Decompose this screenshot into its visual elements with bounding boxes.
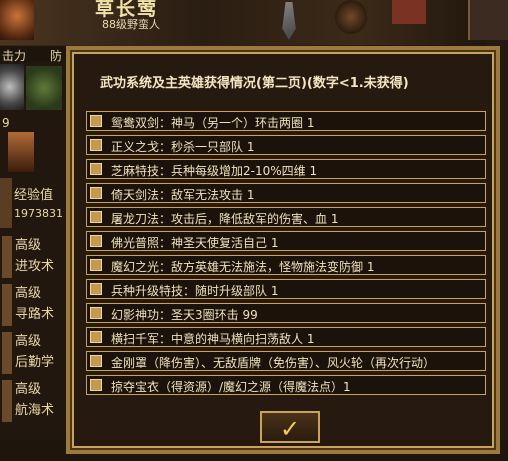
- item-text: 兵种升级特技：随时升级部队 1: [111, 284, 279, 298]
- experience-icon: [0, 178, 12, 228]
- item-marker-icon: [90, 163, 102, 175]
- skill-level: 高级: [15, 334, 42, 349]
- item-marker-icon: [90, 283, 102, 295]
- creature-icon[interactable]: [26, 66, 62, 110]
- skill-icon: [2, 236, 12, 278]
- experience-value: 1973831: [14, 207, 63, 220]
- skill-icon: [2, 284, 12, 326]
- experience-label: 经验值: [14, 188, 54, 203]
- list-item[interactable]: 掠夺宝衣（得资源）/魔幻之源（得魔法点）1: [86, 375, 486, 395]
- hero-portrait[interactable]: [0, 0, 34, 40]
- item-marker-icon: [90, 379, 102, 391]
- list-item[interactable]: 兵种升级特技：随时升级部队 1: [86, 279, 486, 299]
- item-text: 鸳鸯双剑：神马（另一个）环击两圈 1: [111, 116, 315, 130]
- item-text: 倚天剑法：敌军无法攻击 1: [111, 188, 255, 202]
- item-marker-icon: [90, 307, 102, 319]
- skill-level: 高级: [15, 286, 42, 301]
- artifact-slot[interactable]: [392, 0, 426, 24]
- item-marker-icon: [90, 115, 102, 127]
- list-item[interactable]: 金刚罩（降伤害）、无敌盾牌（免伤害）、风火轮（再次行动）: [86, 351, 486, 371]
- skill-name: 进攻术: [15, 259, 55, 274]
- list-item[interactable]: 佛光普照：神圣天使复活自己 1: [86, 231, 486, 251]
- skill-icon: [2, 332, 12, 374]
- skill-level: 高级: [15, 238, 42, 253]
- item-marker-icon: [90, 259, 102, 271]
- item-marker-icon: [90, 187, 102, 199]
- item-text: 横扫千军：中意的神马横向扫荡敌人 1: [111, 332, 315, 346]
- list-item[interactable]: 鸳鸯双剑：神马（另一个）环击两圈 1: [86, 111, 486, 131]
- dialog-title: 武功系统及主英雄获得情况(第二页)(数字<1.未获得): [100, 76, 409, 91]
- small-number: 9: [2, 116, 10, 130]
- item-text: 芝麻特技：兵种每级增加2-10%四维 1: [111, 164, 318, 178]
- item-marker-icon: [90, 139, 102, 151]
- list-item[interactable]: 芝麻特技：兵种每级增加2-10%四维 1: [86, 159, 486, 179]
- skill-name: 航海术: [15, 403, 55, 418]
- item-marker-icon: [90, 355, 102, 367]
- list-item[interactable]: 屠龙刀法：攻击后，降低敌军的伤害、血 1: [86, 207, 486, 227]
- list-item[interactable]: 魔幻之光：敌方英雄无法施法，怪物施法变防御 1: [86, 255, 486, 275]
- hero-class: 88级野蛮人: [102, 18, 160, 31]
- item-text: 幻影神功：圣天3圈环击 99: [111, 308, 258, 322]
- item-marker-icon: [90, 331, 102, 343]
- ok-button[interactable]: ✓: [260, 411, 320, 443]
- skill-name: 寻路术: [15, 307, 55, 322]
- corner-slot[interactable]: [468, 0, 508, 40]
- list-item[interactable]: 幻影神功：圣天3圈环击 99: [86, 303, 486, 323]
- skill-name: 后勤学: [15, 355, 55, 370]
- top-bar: [0, 0, 508, 45]
- item-text: 魔幻之光：敌方英雄无法施法，怪物施法变防御 1: [111, 260, 375, 274]
- skill-icon: [2, 380, 12, 422]
- item-text: 正义之戈：秒杀一只部队 1: [111, 140, 255, 154]
- list-item[interactable]: 横扫千军：中意的神马横向扫荡敌人 1: [86, 327, 486, 347]
- item-text: 屠龙刀法：攻击后，降低敌军的伤害、血 1: [111, 212, 339, 226]
- martial-arts-dialog: 武功系统及主英雄获得情况(第二页)(数字<1.未获得) 鸳鸯双剑：神马（另一个）…: [66, 46, 500, 454]
- emblem-icon: [335, 0, 367, 34]
- item-marker-icon: [90, 235, 102, 247]
- list-item[interactable]: 倚天剑法：敌军无法攻击 1: [86, 183, 486, 203]
- item-marker-icon: [90, 211, 102, 223]
- warrior-icon[interactable]: [8, 132, 34, 172]
- checkmark-icon: ✓: [279, 415, 301, 443]
- list-item[interactable]: 正义之戈：秒杀一只部队 1: [86, 135, 486, 155]
- item-text: 金刚罩（降伤害）、无敌盾牌（免伤害）、风火轮（再次行动）: [111, 356, 436, 370]
- axe-icon[interactable]: [0, 64, 24, 110]
- item-text: 掠夺宝衣（得资源）/魔幻之源（得魔法点）1: [111, 380, 351, 394]
- skill-level: 高级: [15, 382, 42, 397]
- item-text: 佛光普照：神圣天使复活自己 1: [111, 236, 279, 250]
